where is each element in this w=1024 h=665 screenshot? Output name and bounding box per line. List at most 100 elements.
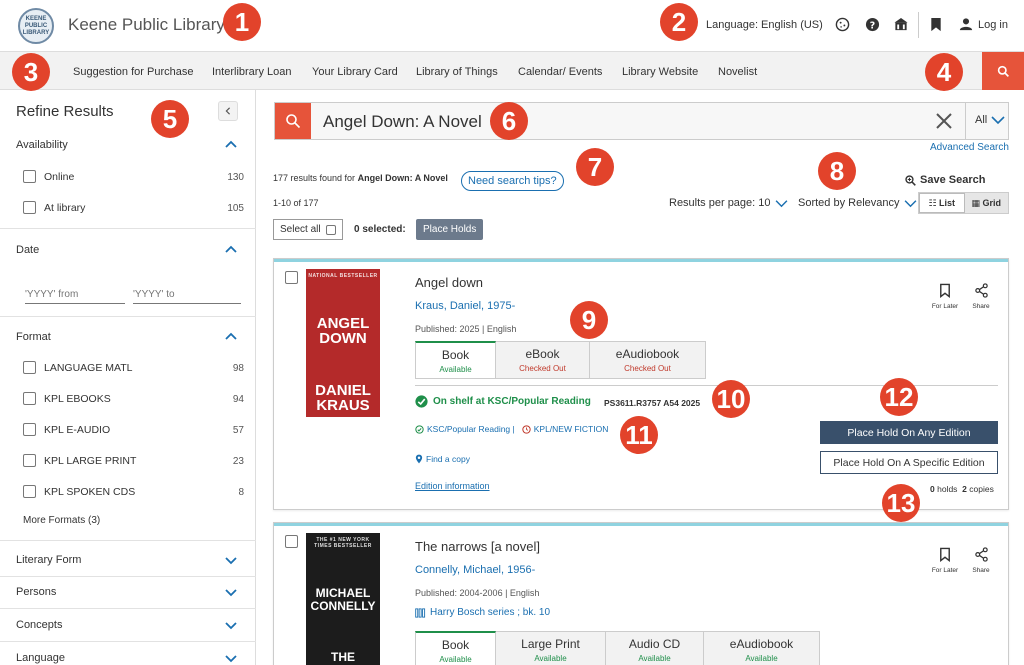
- format-tab-ebook[interactable]: eBook Checked Out: [496, 341, 590, 379]
- facet-format-header[interactable]: Format: [16, 331, 51, 343]
- checkbox[interactable]: [23, 392, 36, 405]
- place-hold-specific-edition-button[interactable]: Place Hold On A Specific Edition: [820, 451, 998, 474]
- nav-search-button[interactable]: [982, 52, 1024, 90]
- checkbox[interactable]: [23, 454, 36, 467]
- login-link[interactable]: Log in: [978, 19, 1008, 31]
- list-icon: ☷: [928, 197, 940, 208]
- divider: [0, 641, 256, 642]
- search-icon: [997, 65, 1009, 77]
- facet-count: 23: [232, 456, 244, 467]
- series-link[interactable]: Harry Bosch series ; bk. 10: [415, 607, 550, 618]
- facet-language-header[interactable]: Language: [16, 652, 65, 664]
- chevron-down-icon[interactable]: [224, 651, 238, 665]
- nav-item-suggestion[interactable]: Suggestion for Purchase: [73, 66, 193, 78]
- library-building-icon[interactable]: [893, 16, 909, 32]
- format-tab-eaudiobook[interactable]: eAudiobook Available: [704, 631, 820, 665]
- facet-concepts-header[interactable]: Concepts: [16, 619, 62, 631]
- chevron-up-icon[interactable]: [224, 138, 238, 152]
- chevron-up-icon[interactable]: [224, 243, 238, 257]
- nav-item-library-website[interactable]: Library Website: [622, 66, 698, 78]
- result-title[interactable]: Angel down: [415, 275, 483, 290]
- select-result-checkbox[interactable]: [285, 271, 298, 284]
- grid-view-button[interactable]: ▦ Grid: [965, 193, 1009, 213]
- nav-item-interlibrary-loan[interactable]: Interlibrary Loan: [212, 66, 292, 78]
- place-hold-any-edition-button[interactable]: Place Hold On Any Edition: [820, 421, 998, 444]
- select-all-button[interactable]: Select all: [273, 219, 343, 240]
- chevron-down-icon[interactable]: [224, 553, 238, 567]
- format-tab-large-print[interactable]: Large Print Available: [496, 631, 606, 665]
- library-title[interactable]: Keene Public Library: [68, 15, 225, 35]
- location-kpl[interactable]: KPL/NEW FICTION: [534, 424, 609, 434]
- checkbox[interactable]: [23, 485, 36, 498]
- nav-item-calendar[interactable]: Calendar/ Events: [518, 66, 602, 78]
- share-button[interactable]: Share: [966, 547, 996, 574]
- share-icon: [974, 283, 988, 298]
- results-prefix: 177 results found for: [273, 173, 356, 183]
- book-cover[interactable]: THE #1 NEW YORK TIMES BESTSELLER MICHAEL…: [306, 533, 380, 665]
- facet-option-online[interactable]: Online: [23, 170, 74, 183]
- find-copy-link[interactable]: Find a copy: [415, 454, 470, 464]
- user-icon[interactable]: [958, 16, 974, 32]
- share-button[interactable]: Share: [966, 283, 996, 310]
- search-scope-select[interactable]: All: [975, 114, 1005, 126]
- location-ksc[interactable]: KSC/Popular Reading |: [427, 424, 515, 434]
- help-icon[interactable]: ?: [864, 16, 880, 32]
- edition-info-link[interactable]: Edition information: [415, 481, 490, 491]
- chevron-up-icon[interactable]: [224, 330, 238, 344]
- facet-availability-header[interactable]: Availability: [16, 139, 68, 151]
- list-view-button[interactable]: ☷ List: [919, 193, 965, 213]
- for-later-button[interactable]: For Later: [930, 547, 960, 574]
- format-name: Audio CD: [628, 637, 681, 651]
- save-search-label: Save Search: [920, 174, 986, 186]
- clear-search-icon[interactable]: [935, 112, 953, 130]
- facet-literary-form-header[interactable]: Literary Form: [16, 554, 81, 566]
- format-tab-book[interactable]: Book Available: [415, 631, 496, 665]
- facet-option-format[interactable]: KPL SPOKEN CDS: [23, 485, 135, 498]
- cover-author: DANIEL KRAUS: [315, 382, 371, 414]
- place-holds-button[interactable]: Place Holds: [416, 219, 484, 240]
- chevron-down-icon[interactable]: [224, 585, 238, 599]
- bookmark-icon[interactable]: [928, 16, 944, 32]
- checkbox[interactable]: [23, 201, 36, 214]
- date-to-input[interactable]: [133, 286, 241, 304]
- format-name: Book: [441, 347, 470, 362]
- facet-option-format[interactable]: KPL EBOOKS: [23, 392, 111, 405]
- collapse-sidebar-button[interactable]: [218, 101, 238, 121]
- save-search-button[interactable]: Save Search: [905, 174, 985, 186]
- nav-item-library-card[interactable]: Your Library Card: [312, 66, 398, 78]
- sort-select[interactable]: Sorted by Relevancy: [798, 197, 917, 209]
- for-later-button[interactable]: For Later: [930, 283, 960, 310]
- checkbox[interactable]: [23, 170, 36, 183]
- format-tab-eaudiobook[interactable]: eAudiobook Checked Out: [590, 341, 706, 379]
- nav-item-library-of-things[interactable]: Library of Things: [416, 66, 498, 78]
- format-tab-audio-cd[interactable]: Audio CD Available: [606, 631, 704, 665]
- result-author[interactable]: Connelly, Michael, 1956-: [415, 564, 535, 576]
- search-submit-button[interactable]: [275, 103, 311, 139]
- facet-option-format[interactable]: KPL LARGE PRINT: [23, 454, 136, 467]
- copies-count: 2: [962, 484, 967, 494]
- format-tab-book[interactable]: Book Available: [415, 341, 496, 379]
- checkbox[interactable]: [23, 423, 36, 436]
- facet-date-header[interactable]: Date: [16, 244, 39, 256]
- language-selector[interactable]: Language: English (US): [706, 19, 823, 31]
- search-tips-button[interactable]: Need search tips?: [461, 171, 564, 191]
- holds-copies-info: 0 holds 2 copies: [930, 484, 994, 494]
- facet-option-format[interactable]: KPL E-AUDIO: [23, 423, 110, 436]
- chevron-down-icon[interactable]: [224, 618, 238, 632]
- library-logo[interactable]: KEENE PUBLIC LIBRARY: [18, 8, 54, 44]
- result-title[interactable]: The narrows [a novel]: [415, 539, 540, 554]
- facet-option-at-library[interactable]: At library: [23, 201, 85, 214]
- more-formats-link[interactable]: More Formats (3): [23, 515, 100, 526]
- checkbox[interactable]: [23, 361, 36, 374]
- book-cover[interactable]: NATIONAL BESTSELLER ANGEL DOWN DANIEL KR…: [306, 269, 380, 417]
- advanced-search-link[interactable]: Advanced Search: [930, 142, 1009, 153]
- facet-persons-header[interactable]: Persons: [16, 586, 56, 598]
- cookie-icon[interactable]: [834, 16, 850, 32]
- select-result-checkbox[interactable]: [285, 535, 298, 548]
- result-author[interactable]: Kraus, Daniel, 1975-: [415, 300, 515, 312]
- nav-item-novelist[interactable]: Novelist: [718, 66, 757, 78]
- date-from-input[interactable]: [25, 286, 125, 304]
- search-input[interactable]: Angel Down: A Novel: [323, 112, 482, 132]
- facet-option-format[interactable]: LANGUAGE MATL: [23, 361, 133, 374]
- results-per-page-select[interactable]: Results per page: 10: [669, 197, 788, 209]
